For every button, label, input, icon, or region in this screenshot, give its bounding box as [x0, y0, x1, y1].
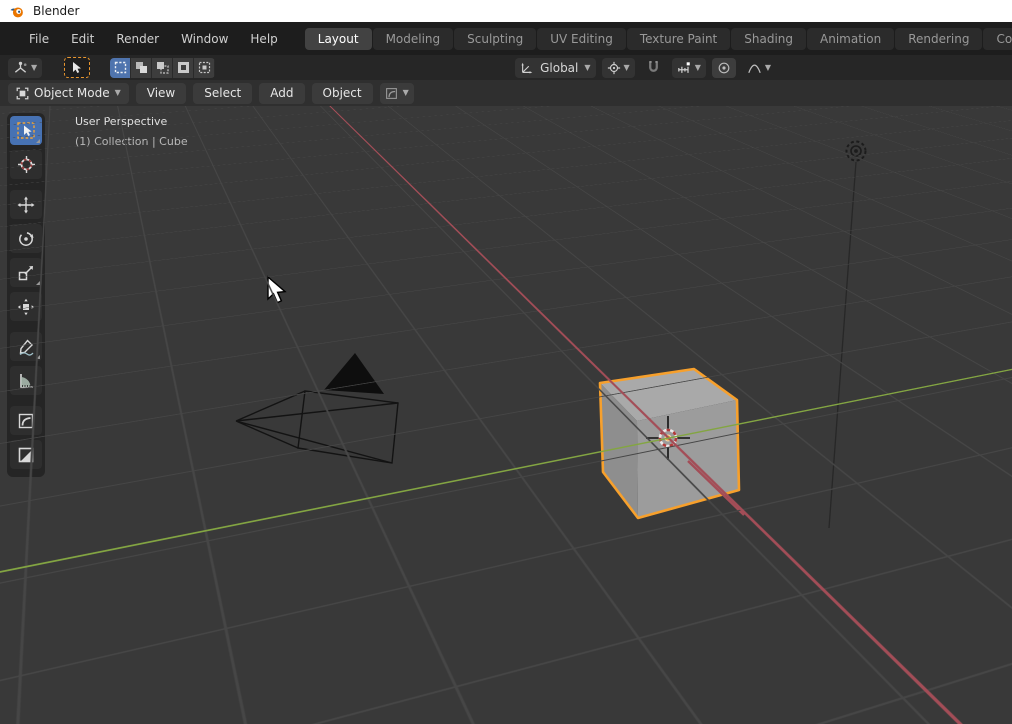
menu-edit[interactable]: Edit [60, 28, 105, 50]
tab-modeling[interactable]: Modeling [372, 27, 454, 50]
mode-dropdown[interactable]: Object Mode ▼ [8, 82, 129, 104]
cube-object[interactable] [598, 367, 741, 520]
tool-diagonal-fill[interactable] [10, 440, 42, 469]
snap-toggle-button[interactable] [641, 58, 666, 78]
viewport-3d[interactable]: User Perspective (1) Collection | Cube [0, 106, 1012, 724]
tab-sculpting[interactable]: Sculpting [454, 27, 537, 50]
light-object[interactable] [845, 140, 867, 162]
tool-measure[interactable] [10, 366, 42, 395]
camera-frustum-rect [297, 390, 399, 464]
blender-logo-icon [10, 6, 23, 17]
tab-compositing[interactable]: Compositing [983, 27, 1012, 50]
viewport-menu-add[interactable]: Add [259, 82, 305, 104]
menu-help[interactable]: Help [239, 28, 288, 50]
viewport-menu-select[interactable]: Select [193, 82, 253, 104]
tool-move[interactable] [10, 190, 42, 219]
scene-layer [235, 140, 867, 529]
menu-file[interactable]: File [18, 28, 60, 50]
mode-value: Object Mode [34, 86, 110, 100]
chevron-down-icon: ▼ [402, 88, 409, 97]
tool-annotate[interactable] [10, 332, 42, 361]
select-mode-intersect-button[interactable] [194, 57, 216, 78]
orientation-axes-icon [521, 62, 533, 74]
orientation-value: Global [540, 60, 579, 75]
window-title-bar: Blender [0, 0, 1012, 22]
falloff-curve-icon [748, 64, 761, 73]
fallback-tool-dropdown[interactable]: ▼ [379, 82, 414, 104]
tab-rendering[interactable]: Rendering [895, 27, 983, 50]
tool-rounded-corner[interactable] [10, 406, 42, 435]
snap-increment-icon [677, 61, 690, 73]
tab-shading[interactable]: Shading [731, 27, 806, 50]
snap-target-dropdown[interactable]: ▼ [671, 57, 706, 78]
active-tool-indicator[interactable] [64, 57, 91, 78]
tab-texture-paint[interactable]: Texture Paint [626, 27, 731, 50]
snap-magnet-icon [648, 60, 658, 72]
viewport-menu-view[interactable]: View [135, 82, 187, 104]
tool-transform[interactable] [10, 292, 42, 321]
select-cursor-icon [73, 62, 82, 73]
menu-window[interactable]: Window [170, 28, 239, 50]
transform-orientation-dropdown[interactable]: Global ▼ [515, 57, 596, 78]
viewport-menu-object[interactable]: Object [311, 82, 373, 104]
pivot-point-dropdown[interactable]: ▼ [601, 57, 635, 78]
tool-settings-bar: ▼ Global ▼ ▼ ▼ ▼ [0, 55, 1012, 80]
select-mode-set-button[interactable] [110, 57, 132, 78]
top-menu-bar: File Edit Render Window Help Layout Mode… [0, 22, 1012, 55]
select-mode-group [110, 57, 216, 78]
select-mode-extend-button[interactable] [131, 57, 153, 78]
select-mode-subtract-button[interactable] [152, 57, 174, 78]
tab-layout[interactable]: Layout [304, 27, 372, 50]
chevron-down-icon: ▼ [114, 88, 121, 97]
tool-select-box[interactable] [10, 116, 42, 145]
tool-scale[interactable] [10, 258, 42, 287]
mouse-cursor [267, 275, 287, 304]
select-mode-invert-button[interactable] [173, 57, 195, 78]
tool-cursor[interactable] [10, 150, 42, 179]
editor-3d-viewport-icon [14, 61, 27, 73]
editor-type-dropdown[interactable]: ▼ [8, 57, 43, 78]
proportional-falloff-dropdown[interactable]: ▼ [742, 58, 776, 78]
chevron-down-icon: ▼ [623, 62, 630, 72]
camera-frustum-edges [235, 390, 399, 464]
transform-settings-cluster: Global ▼ ▼ ▼ ▼ [515, 57, 776, 78]
object-origin-dot [664, 434, 672, 442]
tool-rotate[interactable] [10, 224, 42, 253]
chevron-down-icon: ▼ [764, 62, 771, 72]
window-title: Blender [33, 4, 80, 18]
pivot-point-icon [607, 61, 620, 74]
rounded-corner-icon [385, 87, 397, 99]
light-drop-line [828, 161, 857, 529]
object-mode-icon [16, 87, 29, 99]
tab-animation[interactable]: Animation [807, 27, 895, 50]
viewport-header: Object Mode ▼ View Select Add Object ▼ [0, 80, 1012, 106]
tab-uv-editing[interactable]: UV Editing [537, 27, 626, 50]
tool-shelf [7, 113, 45, 477]
menu-render[interactable]: Render [105, 28, 170, 50]
subtool-indicator [36, 281, 40, 285]
chevron-down-icon: ▼ [694, 62, 701, 72]
workspace-tabs: Layout Modeling Sculpting UV Editing Tex… [304, 27, 1012, 50]
proportional-editing-toggle[interactable] [711, 57, 736, 78]
camera-up-triangle [324, 353, 384, 394]
proportional-circle-icon [718, 62, 730, 73]
chevron-down-icon: ▼ [584, 62, 591, 72]
light-center-dot [854, 149, 858, 153]
chevron-down-icon: ▼ [31, 62, 38, 72]
camera-object[interactable] [235, 353, 399, 464]
subtool-indicator [36, 139, 40, 143]
subtool-indicator [36, 355, 40, 359]
